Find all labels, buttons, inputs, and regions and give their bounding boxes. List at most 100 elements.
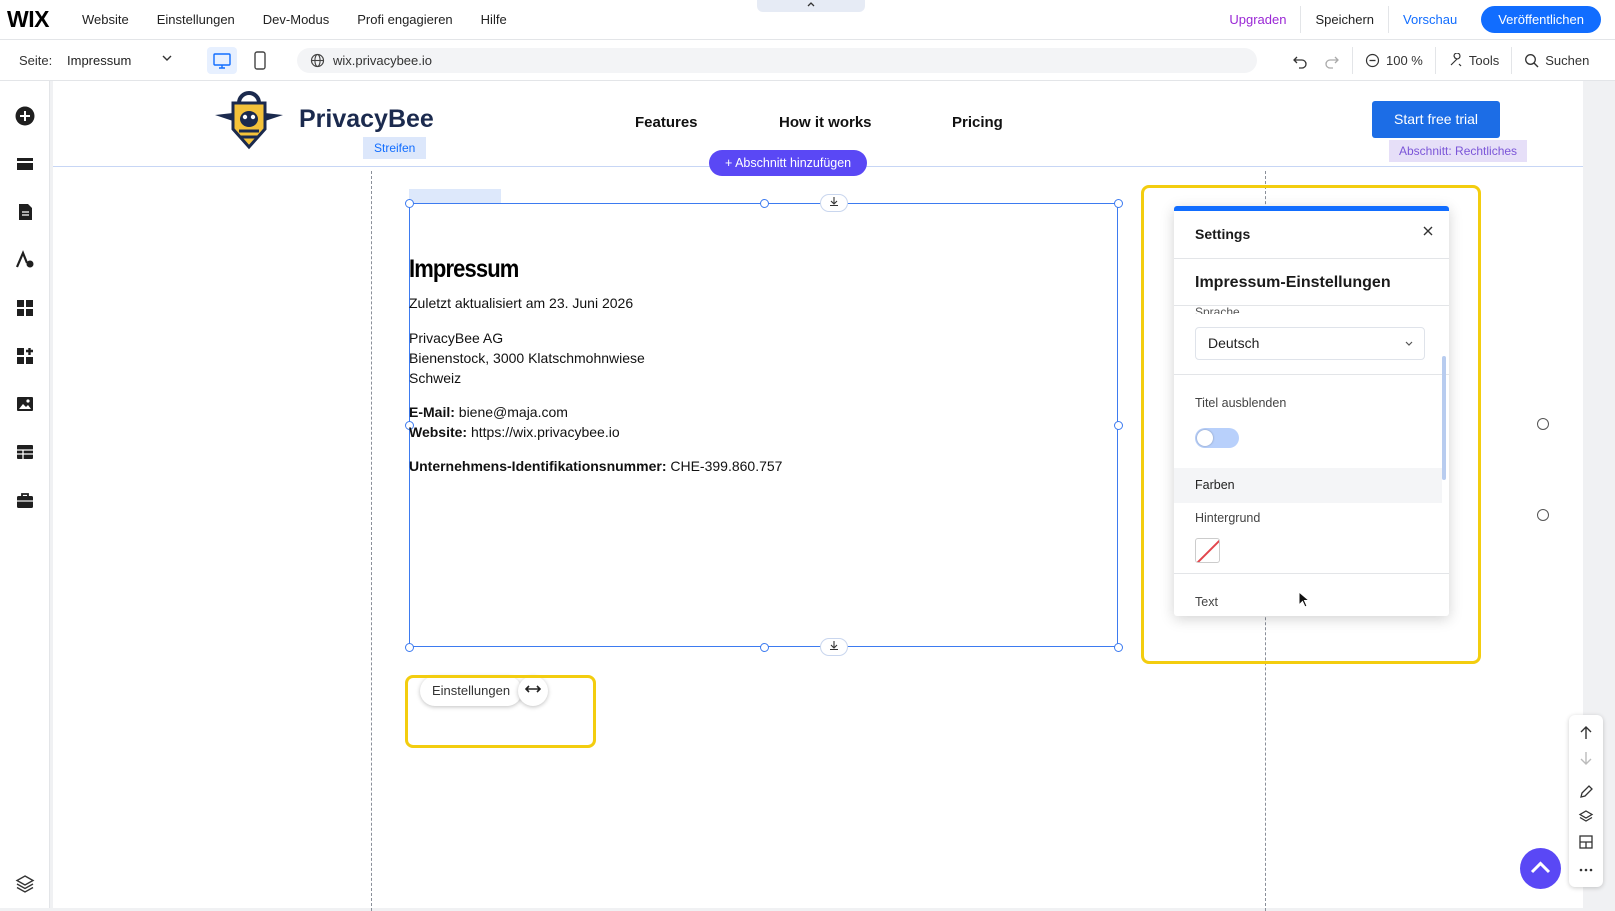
upgrade-link[interactable]: Upgraden	[1215, 6, 1302, 33]
menu-profi-engagieren[interactable]: Profi engagieren	[357, 12, 452, 27]
tools-button[interactable]: Tools	[1434, 47, 1511, 74]
wix-logo[interactable]: WIX	[7, 6, 49, 33]
section-handle-ring[interactable]	[1537, 509, 1549, 521]
zoom-control[interactable]: 100 %	[1352, 47, 1435, 74]
design-icon[interactable]	[14, 249, 36, 271]
search-button[interactable]: Suchen	[1511, 47, 1601, 74]
settings-panel: Settings Impressum-Einstellungen Sprache…	[1174, 206, 1449, 616]
zoom-out-icon	[1365, 53, 1380, 68]
close-icon[interactable]	[1421, 224, 1435, 238]
website-value: https://wix.privacybee.io	[470, 424, 620, 440]
impressum-uid: Unternehmens-Identifikationsnummer: CHE-…	[409, 456, 782, 476]
mobile-view-button[interactable]	[250, 47, 270, 74]
apps-icon[interactable]	[14, 297, 36, 319]
panel-divider	[1174, 573, 1449, 574]
site-url-bar[interactable]: wix.privacybee.io	[297, 48, 1257, 73]
desktop-icon	[213, 53, 231, 69]
settings-panel-subtitle: Impressum-Einstellungen	[1195, 274, 1391, 291]
privacybee-logo-icon[interactable]	[213, 89, 285, 151]
save-button[interactable]: Speichern	[1301, 6, 1390, 33]
brand-name[interactable]: PrivacyBee	[299, 105, 434, 134]
chevron-up-icon	[807, 2, 815, 7]
page-selector[interactable]: Impressum	[67, 53, 131, 68]
section-layout-icon[interactable]	[1578, 834, 1594, 850]
strip-tag[interactable]: Streifen	[363, 137, 427, 159]
subbar-tools: 100 % Tools Suchen	[1280, 47, 1601, 74]
section-tag[interactable]: Abschnitt: Rechtliches	[1389, 140, 1528, 162]
pages-icon[interactable]	[14, 201, 36, 223]
background-color-label: Hintergrund	[1195, 511, 1261, 525]
impressum-email: E-Mail: biene@maja.com	[409, 402, 568, 422]
menu-website[interactable]: Website	[82, 12, 129, 27]
globe-icon	[310, 53, 325, 68]
collapse-topbar-handle[interactable]	[757, 0, 865, 12]
desktop-view-button[interactable]	[207, 47, 237, 74]
email-value: biene@maja.com	[458, 404, 568, 420]
resize-handle[interactable]	[760, 643, 769, 652]
panel-scrollbar[interactable]	[1442, 356, 1446, 480]
layers-icon[interactable]	[14, 873, 36, 895]
nav-how-it-works[interactable]: How it works	[779, 114, 872, 131]
resize-handle[interactable]	[405, 643, 414, 652]
nav-features[interactable]: Features	[635, 114, 698, 131]
highlight-settings-button	[405, 675, 596, 748]
add-section-icon[interactable]	[14, 153, 36, 175]
tools-icon	[1450, 53, 1462, 67]
chevron-down-icon	[1405, 341, 1413, 346]
resize-handle[interactable]	[1114, 421, 1123, 430]
nav-pricing[interactable]: Pricing	[952, 114, 1003, 131]
menu-hilfe[interactable]: Hilfe	[481, 12, 507, 27]
site-url: wix.privacybee.io	[333, 53, 432, 68]
colors-section-header: Farben	[1174, 468, 1442, 503]
language-dropdown[interactable]: Deutsch	[1195, 327, 1425, 360]
language-value: Deutsch	[1208, 335, 1260, 351]
undo-redo-group	[1280, 47, 1352, 74]
download-arrow-icon	[830, 641, 838, 651]
scroll-to-top-button[interactable]	[1520, 848, 1561, 889]
start-free-trial-button[interactable]: Start free trial	[1372, 101, 1500, 138]
resize-handle[interactable]	[760, 199, 769, 208]
menu-einstellungen[interactable]: Einstellungen	[157, 12, 235, 27]
editor-topbar: WIX Website Einstellungen Dev-Modus Prof…	[0, 0, 1615, 40]
layers-stack-icon[interactable]	[1578, 809, 1594, 825]
publish-button[interactable]: Veröffentlichen	[1481, 6, 1601, 33]
cms-icon[interactable]	[14, 441, 36, 463]
portfolio-icon[interactable]	[14, 489, 36, 511]
top-actions: Upgraden Speichern Vorschau Veröffentlic…	[1215, 6, 1601, 33]
impressum-title: Impressum	[409, 255, 519, 283]
impressum-street: Bienenstock, 3000 Klatschmohnwiese	[409, 350, 645, 366]
add-elements-icon[interactable]	[14, 105, 36, 127]
menu-dev-modus[interactable]: Dev-Modus	[263, 12, 329, 27]
toggle-knob	[1197, 430, 1213, 446]
hide-title-label: Titel ausblenden	[1195, 396, 1287, 410]
arrow-up-icon[interactable]	[1578, 725, 1594, 741]
redo-icon[interactable]	[1324, 53, 1340, 69]
resize-handle[interactable]	[1114, 643, 1123, 652]
text-color-label: Text	[1195, 595, 1218, 609]
resize-handle[interactable]	[405, 199, 414, 208]
add-section-button[interactable]: + Abschnitt hinzufügen	[709, 150, 868, 176]
download-arrow-icon	[830, 197, 838, 207]
stretch-bottom-anchor[interactable]	[820, 638, 848, 656]
uid-label: Unternehmens-Identifikationsnummer:	[409, 458, 667, 474]
chevron-down-icon[interactable]	[160, 51, 174, 65]
background-color-swatch[interactable]	[1195, 538, 1220, 563]
edit-pencil-icon[interactable]	[1578, 784, 1594, 800]
media-icon[interactable]	[14, 393, 36, 415]
business-apps-icon[interactable]	[14, 345, 36, 367]
undo-icon[interactable]	[1292, 53, 1308, 69]
selection-label-tab	[409, 189, 501, 203]
arrow-down-icon[interactable]	[1578, 750, 1594, 766]
editor-subbar: Seite: Impressum wix.privacybee.io 100 %…	[0, 40, 1615, 81]
impressum-company: PrivacyBee AG	[409, 330, 504, 346]
preview-button[interactable]: Vorschau	[1389, 6, 1471, 33]
panel-divider	[1174, 374, 1449, 375]
chevron-up-icon	[1530, 861, 1551, 874]
resize-handle[interactable]	[1114, 199, 1123, 208]
settings-panel-header: Settings	[1174, 211, 1449, 259]
more-options-icon[interactable]	[1578, 862, 1594, 878]
gutter-left	[371, 171, 372, 911]
stretch-top-anchor[interactable]	[820, 194, 848, 212]
section-handle-ring[interactable]	[1537, 418, 1549, 430]
hide-title-toggle[interactable]	[1195, 428, 1239, 448]
